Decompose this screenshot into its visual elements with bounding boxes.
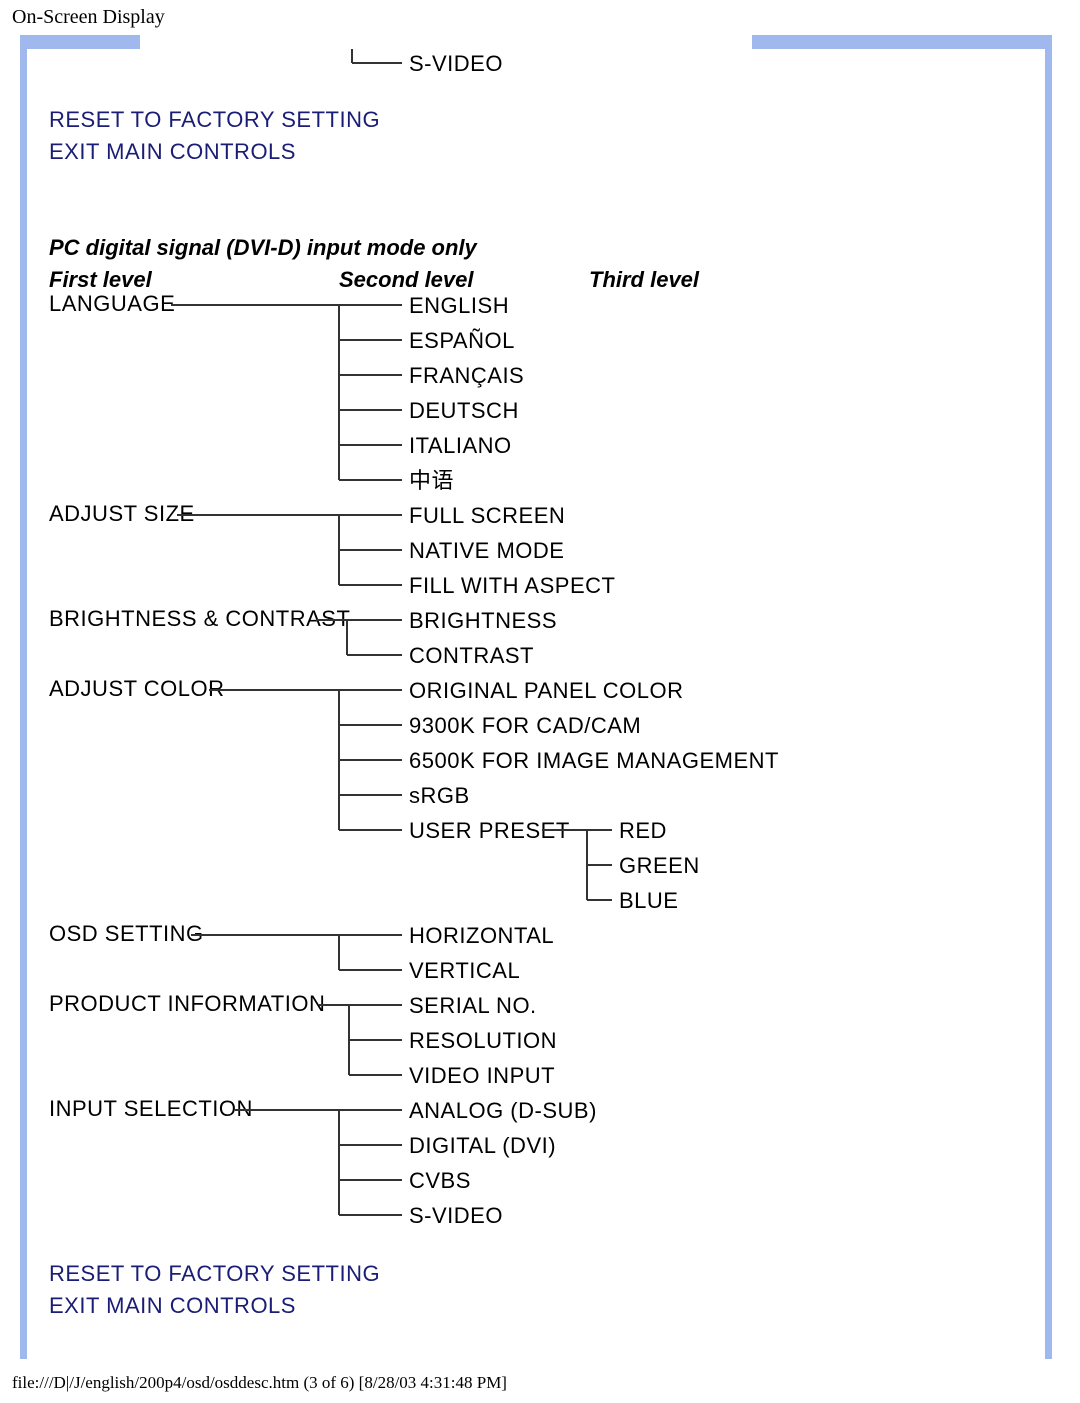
top-reset: RESET TO FACTORY SETTING	[49, 107, 1027, 133]
col-first: First level	[49, 267, 339, 293]
svg-text:中语: 中语	[409, 468, 454, 493]
svg-text:SERIAL NO.: SERIAL NO.	[409, 993, 537, 1018]
brightness-contrast-label: BRIGHTNESS & CONTRAST	[49, 606, 350, 631]
page-header: On-Screen Display	[0, 0, 1080, 29]
svg-text:VIDEO INPUT: VIDEO INPUT	[409, 1063, 555, 1088]
input-selection-items: ANALOG (D-SUB) DIGITAL (DVI) CVBS S-VIDE…	[339, 1098, 597, 1228]
svg-text:FRANÇAIS: FRANÇAIS	[409, 363, 524, 388]
svg-text:VERTICAL: VERTICAL	[409, 958, 520, 983]
svg-text:ORIGINAL PANEL COLOR: ORIGINAL PANEL COLOR	[409, 678, 683, 703]
section-title: PC digital signal (DVI-D) input mode onl…	[49, 235, 1027, 261]
top-svideo-branch: S-VIDEO	[49, 49, 949, 79]
osd-tree: LANGUAGE ENGLISH ESPAÑOL FRANÇAIS DEUTSC…	[49, 293, 949, 1233]
svg-text:6500K FOR IMAGE MANAGEMENT: 6500K FOR IMAGE MANAGEMENT	[409, 748, 779, 773]
column-headers: First level Second level Third level	[49, 267, 1027, 293]
svg-text:FULL SCREEN: FULL SCREEN	[409, 503, 565, 528]
col-second: Second level	[339, 267, 589, 293]
svg-text:sRGB: sRGB	[409, 783, 470, 808]
svg-text:BRIGHTNESS: BRIGHTNESS	[409, 608, 557, 633]
osd-setting-label: OSD SETTING	[49, 921, 204, 946]
language-items: ENGLISH ESPAÑOL FRANÇAIS DEUTSCH ITALIAN…	[339, 293, 524, 493]
input-selection-label: INPUT SELECTION	[49, 1096, 253, 1121]
user-preset-children: RED GREEN BLUE	[587, 818, 700, 913]
adjust-size-label: ADJUST SIZE	[49, 501, 195, 526]
svg-text:BLUE: BLUE	[619, 888, 678, 913]
svg-text:RESOLUTION: RESOLUTION	[409, 1028, 557, 1053]
svg-text:ANALOG (D-SUB): ANALOG (D-SUB)	[409, 1098, 597, 1123]
osd-setting-items: HORIZONTAL VERTICAL	[339, 923, 554, 983]
brightness-contrast-items: BRIGHTNESS CONTRAST	[347, 608, 557, 668]
col-third: Third level	[589, 267, 699, 293]
bottom-reset: RESET TO FACTORY SETTING	[49, 1261, 1027, 1287]
svg-text:ESPAÑOL: ESPAÑOL	[409, 328, 515, 353]
svg-text:ENGLISH: ENGLISH	[409, 293, 509, 318]
svg-text:GREEN: GREEN	[619, 853, 700, 878]
svg-text:RED: RED	[619, 818, 667, 843]
svg-text:CONTRAST: CONTRAST	[409, 643, 534, 668]
svg-text:S-VIDEO: S-VIDEO	[409, 1203, 503, 1228]
svg-text:9300K FOR CAD/CAM: 9300K FOR CAD/CAM	[409, 713, 641, 738]
adjust-color-items: ORIGINAL PANEL COLOR 9300K FOR CAD/CAM 6…	[339, 678, 779, 843]
svg-text:ITALIANO: ITALIANO	[409, 433, 512, 458]
top-exit: EXIT MAIN CONTROLS	[49, 139, 1027, 165]
footer-path: file:///D|/J/english/200p4/osd/osddesc.h…	[0, 1359, 1080, 1403]
svg-text:NATIVE MODE: NATIVE MODE	[409, 538, 564, 563]
svg-text:DEUTSCH: DEUTSCH	[409, 398, 519, 423]
product-info-label: PRODUCT INFORMATION	[49, 991, 325, 1016]
content-frame: S-VIDEO RESET TO FACTORY SETTING EXIT MA…	[20, 49, 1052, 1359]
svg-text:DIGITAL (DVI): DIGITAL (DVI)	[409, 1133, 556, 1158]
top-bars	[0, 35, 1080, 49]
product-info-items: SERIAL NO. RESOLUTION VIDEO INPUT	[349, 993, 557, 1088]
top-svideo: S-VIDEO	[409, 51, 503, 76]
adjust-size-items: FULL SCREEN NATIVE MODE FILL WITH ASPECT	[339, 503, 615, 598]
svg-text:CVBS: CVBS	[409, 1168, 471, 1193]
svg-text:FILL WITH ASPECT: FILL WITH ASPECT	[409, 573, 615, 598]
language-label: LANGUAGE	[49, 293, 175, 316]
adjust-color-label: ADJUST COLOR	[49, 676, 225, 701]
svg-text:HORIZONTAL: HORIZONTAL	[409, 923, 554, 948]
bottom-exit: EXIT MAIN CONTROLS	[49, 1293, 1027, 1319]
